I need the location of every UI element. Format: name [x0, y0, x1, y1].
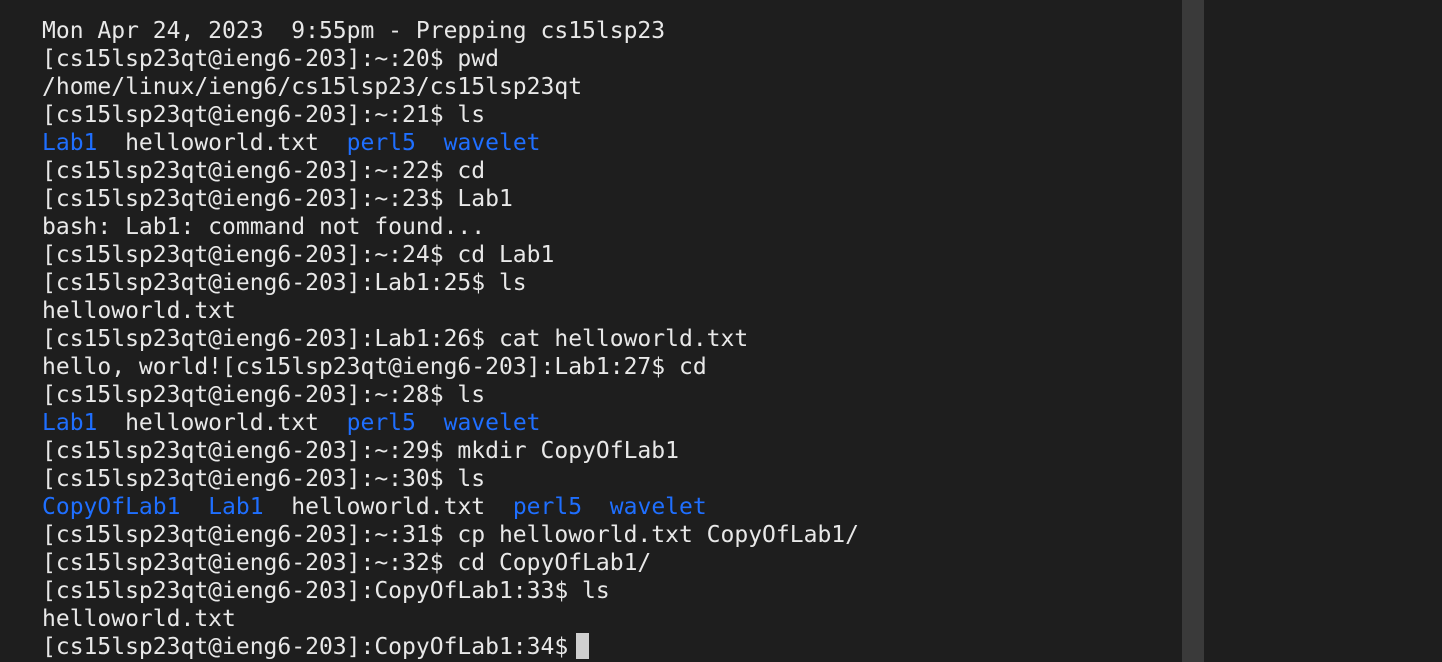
- terminal-line: [cs15lsp23qt@ieng6-203]:~:22$ cd: [42, 157, 859, 185]
- terminal-line: [cs15lsp23qt@ieng6-203]:~:20$ pwd: [42, 45, 859, 73]
- terminal-line: Mon Apr 24, 2023 9:55pm - Prepping cs15l…: [42, 17, 859, 45]
- terminal-text: [cs15lsp23qt@ieng6-203]:Lab1:26$ cat hel…: [42, 326, 749, 352]
- terminal-line: [cs15lsp23qt@ieng6-203]:~:31$ cp hellowo…: [42, 521, 859, 549]
- terminal-line: [cs15lsp23qt@ieng6-203]:~:28$ ls: [42, 381, 859, 409]
- terminal-line: hello, world![cs15lsp23qt@ieng6-203]:Lab…: [42, 353, 859, 381]
- terminal-text: [cs15lsp23qt@ieng6-203]:~:29$ mkdir Copy…: [42, 438, 679, 464]
- terminal-text: [cs15lsp23qt@ieng6-203]:~:30$ ls: [42, 466, 486, 492]
- terminal-line: [cs15lsp23qt@ieng6-203]:CopyOfLab1:33$ l…: [42, 577, 859, 605]
- terminal-text: [cs15lsp23qt@ieng6-203]:~:23$ Lab1: [42, 186, 513, 212]
- terminal-text: [cs15lsp23qt@ieng6-203]:~:31$ cp hellowo…: [42, 522, 859, 548]
- terminal-line: /home/linux/ieng6/cs15lsp23/cs15lsp23qt: [42, 73, 859, 101]
- terminal-text: helloworld.txt: [97, 410, 347, 436]
- terminal-text: [cs15lsp23qt@ieng6-203]:CopyOfLab1:34$: [42, 634, 569, 660]
- terminal-text: helloworld.txt: [42, 606, 236, 632]
- terminal-line: [cs15lsp23qt@ieng6-203]:CopyOfLab1:34$: [42, 633, 859, 661]
- terminal-text: [cs15lsp23qt@ieng6-203]:~:28$ ls: [42, 382, 486, 408]
- terminal-line: CopyOfLab1 Lab1 helloworld.txt perl5 wav…: [42, 493, 859, 521]
- directory-name: wavelet: [609, 494, 707, 520]
- terminal-text: [cs15lsp23qt@ieng6-203]:~:20$ pwd: [42, 46, 499, 72]
- terminal-text: [cs15lsp23qt@ieng6-203]:~:24$ cd Lab1: [42, 242, 555, 268]
- terminal-text: hello, world![cs15lsp23qt@ieng6-203]:Lab…: [42, 354, 707, 380]
- terminal-line: bash: Lab1: command not found...: [42, 213, 859, 241]
- directory-name: wavelet: [443, 410, 541, 436]
- terminal-text: bash: Lab1: command not found...: [42, 214, 486, 240]
- directory-name: Lab1: [42, 410, 98, 436]
- terminal-text: [cs15lsp23qt@ieng6-203]:CopyOfLab1:33$ l…: [42, 578, 610, 604]
- terminal-line: [cs15lsp23qt@ieng6-203]:~:32$ cd CopyOfL…: [42, 549, 859, 577]
- terminal-line: [cs15lsp23qt@ieng6-203]:Lab1:25$ ls: [42, 269, 859, 297]
- terminal-text: helloworld.txt: [263, 494, 513, 520]
- cursor: [576, 633, 590, 659]
- directory-name: Lab1: [208, 494, 264, 520]
- terminal-line: [cs15lsp23qt@ieng6-203]:~:21$ ls: [42, 101, 859, 129]
- terminal-pane[interactable]: Mon Apr 24, 2023 9:55pm - Prepping cs15l…: [0, 0, 1182, 662]
- terminal-text: helloworld.txt: [42, 298, 236, 324]
- terminal-text: /home/linux/ieng6/cs15lsp23/cs15lsp23qt: [42, 74, 583, 100]
- terminal-text: [cs15lsp23qt@ieng6-203]:Lab1:25$ ls: [42, 270, 527, 296]
- terminal-line: Lab1 helloworld.txt perl5 wavelet: [42, 409, 859, 437]
- scrollbar[interactable]: [1182, 0, 1204, 662]
- terminal-line: [cs15lsp23qt@ieng6-203]:~:23$ Lab1: [42, 185, 859, 213]
- directory-name: perl5: [512, 494, 583, 520]
- directory-name: perl5: [346, 410, 416, 436]
- terminal-output: Mon Apr 24, 2023 9:55pm - Prepping cs15l…: [42, 17, 859, 661]
- terminal-text: [cs15lsp23qt@ieng6-203]:~:21$ ls: [42, 102, 486, 128]
- terminal-text: [cs15lsp23qt@ieng6-203]:~:22$ cd: [42, 158, 486, 184]
- terminal-line: [cs15lsp23qt@ieng6-203]:Lab1:26$ cat hel…: [42, 325, 859, 353]
- terminal-text: [cs15lsp23qt@ieng6-203]:~:32$ cd CopyOfL…: [42, 550, 652, 576]
- directory-name: Lab1: [42, 130, 98, 156]
- directory-name: CopyOfLab1: [42, 494, 181, 520]
- terminal-text: helloworld.txt: [97, 130, 347, 156]
- terminal-window: Mon Apr 24, 2023 9:55pm - Prepping cs15l…: [0, 0, 1442, 662]
- terminal-line: helloworld.txt: [42, 605, 859, 633]
- terminal-text: Mon Apr 24, 2023 9:55pm - Prepping cs15l…: [42, 18, 666, 44]
- terminal-line: [cs15lsp23qt@ieng6-203]:~:30$ ls: [42, 465, 859, 493]
- directory-name: wavelet: [443, 130, 541, 156]
- terminal-line: [cs15lsp23qt@ieng6-203]:~:29$ mkdir Copy…: [42, 437, 859, 465]
- terminal-line: Lab1 helloworld.txt perl5 wavelet: [42, 129, 859, 157]
- terminal-line: [cs15lsp23qt@ieng6-203]:~:24$ cd Lab1: [42, 241, 859, 269]
- side-panel: [1204, 0, 1442, 662]
- directory-name: perl5: [346, 130, 416, 156]
- terminal-line: helloworld.txt: [42, 297, 859, 325]
